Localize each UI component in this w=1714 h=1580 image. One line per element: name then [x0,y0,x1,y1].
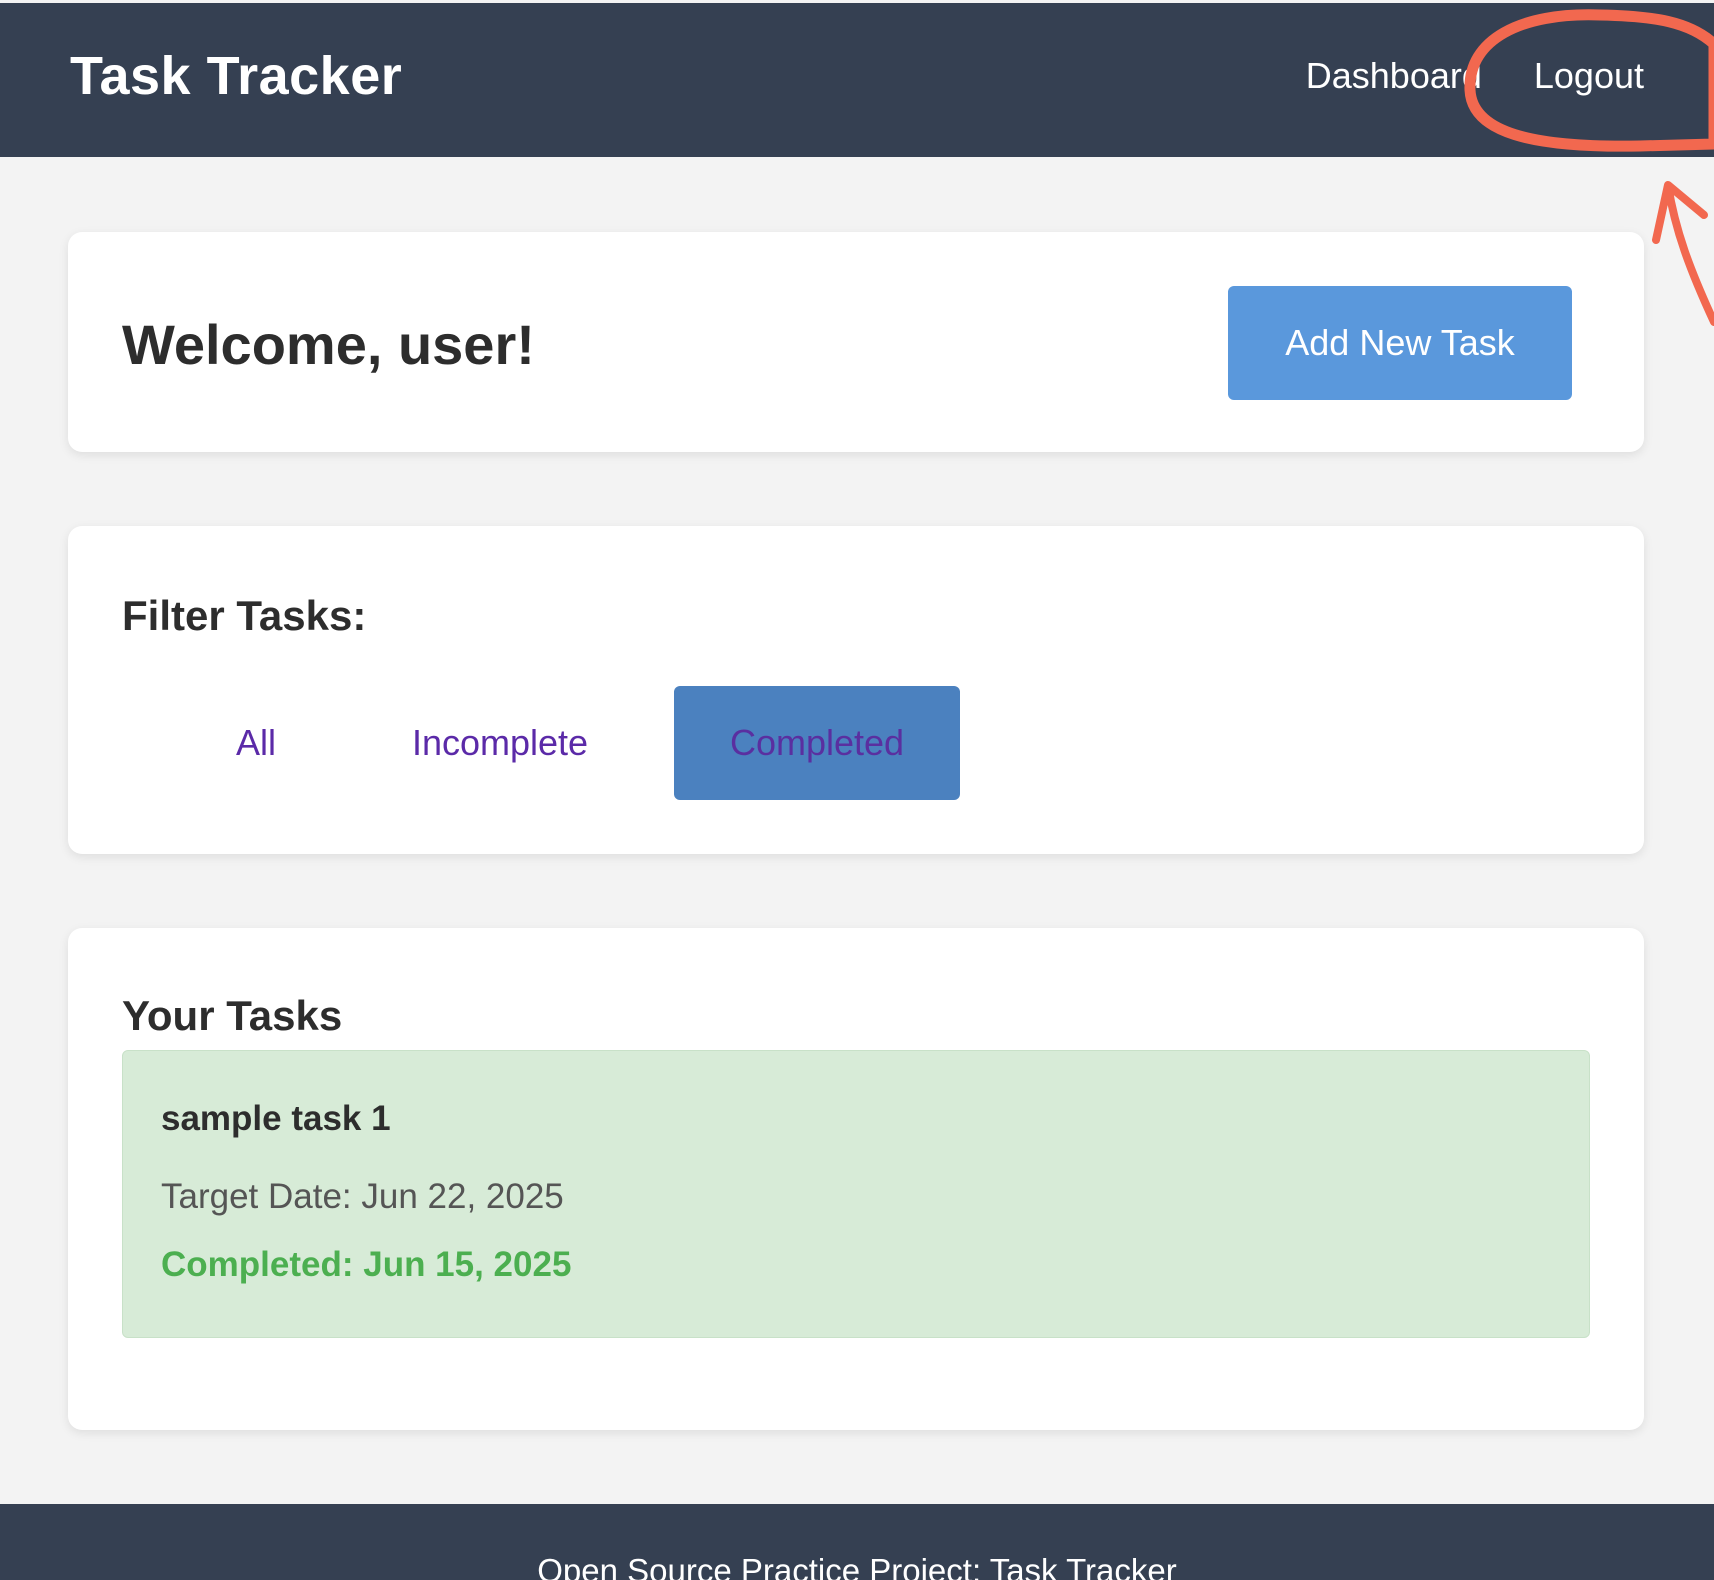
filter-incomplete-button[interactable]: Incomplete [380,686,620,800]
task-item[interactable]: sample task 1 Target Date: Jun 22, 2025 … [122,1050,1590,1338]
main-nav: Dashboard Logout [1306,55,1644,97]
filter-options: All Incomplete Completed [68,686,1644,800]
filter-card: Filter Tasks: All Incomplete Completed [68,526,1644,854]
nav-logout-link[interactable]: Logout [1534,55,1644,97]
filter-heading: Filter Tasks: [122,592,367,639]
welcome-card: Welcome, user! Add New Task [68,232,1644,452]
task-completed-date: Completed: Jun 15, 2025 [161,1245,572,1284]
tasks-card: Your Tasks sample task 1 Target Date: Ju… [68,928,1644,1430]
annotation-arrow-icon [1652,181,1714,326]
nav-dashboard-link[interactable]: Dashboard [1306,55,1482,97]
add-new-task-button[interactable]: Add New Task [1228,286,1572,400]
filter-completed-button[interactable]: Completed [674,686,960,800]
footer: Open Source Practice Project: Task Track… [0,1504,1714,1580]
task-name: sample task 1 [161,1099,391,1138]
filter-all-button[interactable]: All [178,686,334,800]
tasks-heading: Your Tasks [122,992,343,1039]
app-title: Task Tracker [70,46,403,106]
footer-text: Open Source Practice Project: Task Track… [537,1552,1177,1580]
top-navbar: Task Tracker Dashboard Logout [0,3,1714,157]
welcome-heading: Welcome, user! [122,313,535,376]
task-target-date: Target Date: Jun 22, 2025 [161,1177,564,1216]
